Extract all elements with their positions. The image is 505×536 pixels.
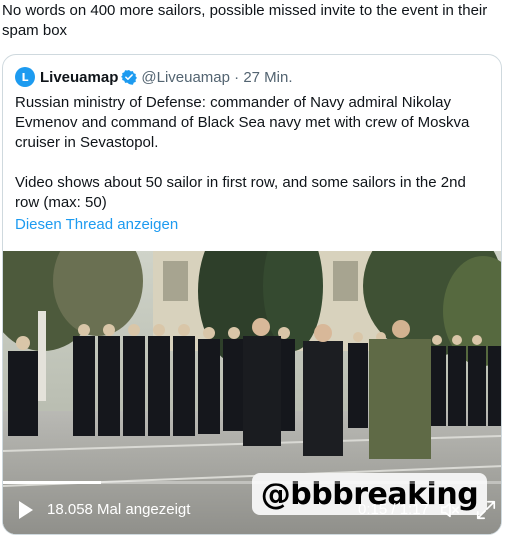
progress-fill bbox=[3, 481, 101, 484]
quoted-paragraph-1: Russian ministry of Defense: commander o… bbox=[15, 94, 470, 151]
avatar[interactable]: L bbox=[15, 67, 35, 87]
video-controls: 18.058 Mal angezeigt 0:15 / 1:17 bbox=[3, 496, 501, 526]
author-handle-time[interactable]: @Liveuamap · 27 Min. bbox=[141, 69, 292, 86]
verified-badge-icon bbox=[121, 70, 138, 85]
video-player[interactable]: @bbbreaking 18.058 Mal angezeigt 0:15 / … bbox=[3, 251, 501, 534]
quoted-tweet-header: L Liveuamap @Liveuamap · 27 Min. bbox=[15, 67, 293, 87]
volume-icon[interactable] bbox=[439, 499, 461, 521]
quoted-tweet-body: Russian ministry of Defense: commander o… bbox=[15, 93, 485, 213]
video-time: 0:15 / 1:17 bbox=[358, 501, 429, 518]
author-name[interactable]: Liveuamap bbox=[40, 69, 118, 86]
progress-bar[interactable] bbox=[3, 481, 501, 484]
tweet-text: No words on 400 more sailors, possible m… bbox=[2, 2, 488, 39]
quoted-paragraph-2: Video shows about 50 sailor in first row… bbox=[15, 174, 466, 211]
play-icon[interactable] bbox=[17, 500, 35, 520]
fullscreen-icon[interactable] bbox=[475, 499, 497, 521]
view-count: 18.058 Mal angezeigt bbox=[47, 501, 191, 518]
show-thread-link[interactable]: Diesen Thread anzeigen bbox=[15, 215, 178, 235]
quoted-tweet-card[interactable]: L Liveuamap @Liveuamap · 27 Min. Russian… bbox=[2, 54, 502, 535]
